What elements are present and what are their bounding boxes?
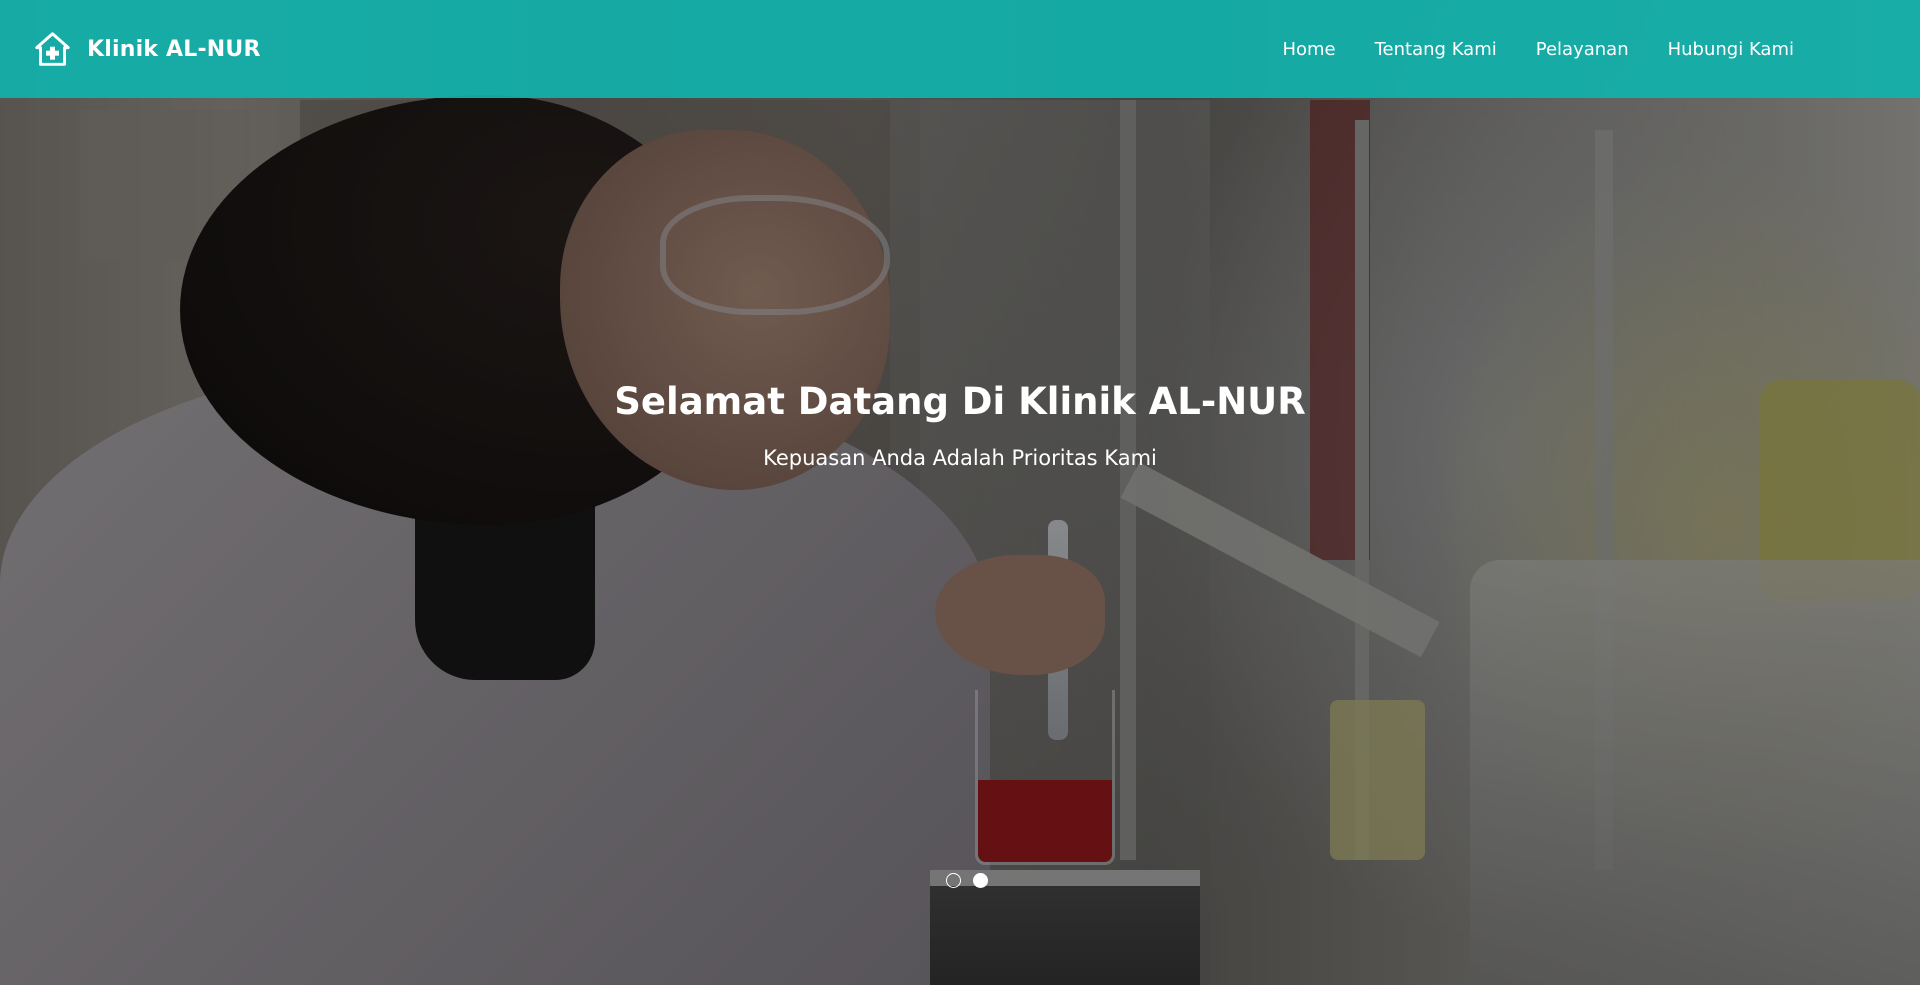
main-nav: Home Tentang Kami Pelayanan Hubungi Kami (1282, 39, 1794, 60)
nav-link-tentang-kami[interactable]: Tentang Kami (1375, 39, 1497, 60)
nav-link-pelayanan[interactable]: Pelayanan (1536, 39, 1629, 60)
carousel-indicator-2[interactable] (973, 873, 988, 888)
nav-link-hubungi-kami[interactable]: Hubungi Kami (1668, 39, 1794, 60)
top-navbar: Klinik AL-NUR Home Tentang Kami Pelayana… (0, 0, 1920, 98)
nav-link-home[interactable]: Home (1282, 39, 1335, 60)
hero-title: Selamat Datang Di Klinik AL-NUR (614, 380, 1306, 423)
carousel-indicator-1[interactable] (946, 873, 961, 888)
brand-logo-link[interactable]: Klinik AL-NUR (34, 31, 261, 68)
hero-subtitle: Kepuasan Anda Adalah Prioritas Kami (763, 446, 1157, 470)
carousel-indicators (946, 873, 988, 888)
clinic-house-cross-icon (35, 31, 70, 66)
brand-name: Klinik AL-NUR (87, 36, 261, 62)
hero-dark-overlay (0, 0, 1920, 985)
